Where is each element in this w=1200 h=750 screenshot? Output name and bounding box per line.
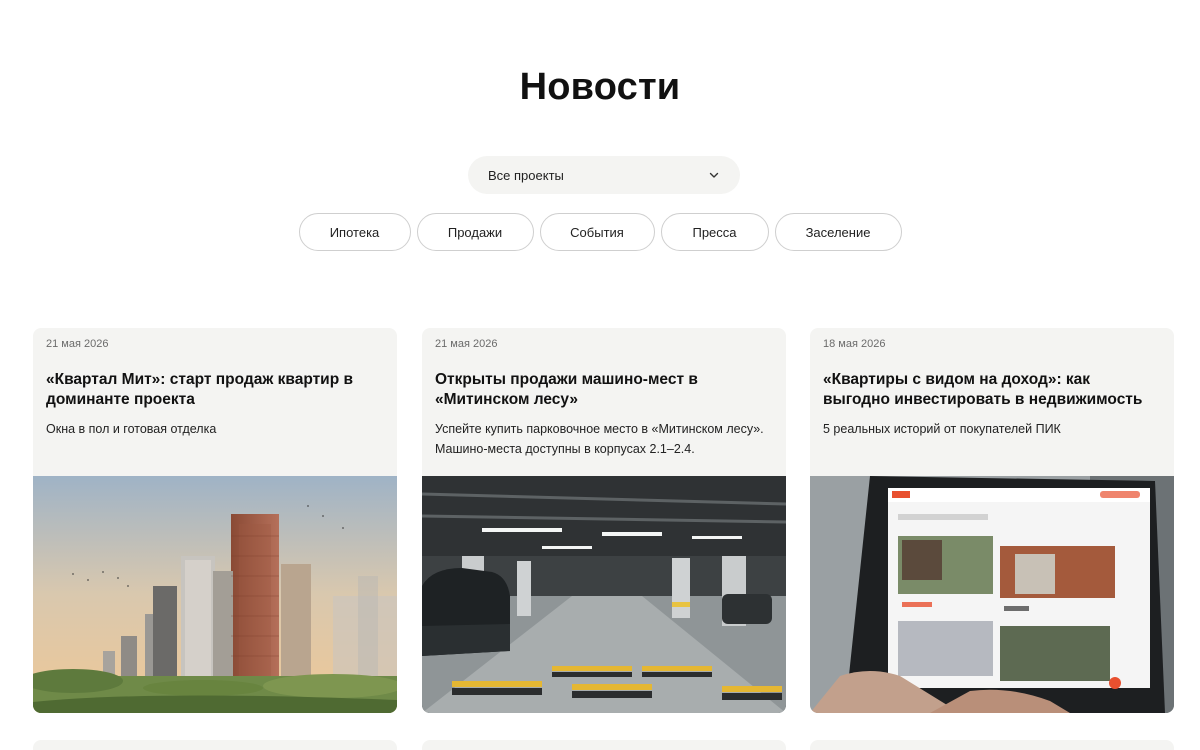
- news-description: Успейте купить парковочное место в «Мити…: [435, 422, 764, 456]
- news-description: Окна в пол и готовая отделка: [46, 422, 217, 436]
- news-date: 18 мая 2026: [823, 338, 886, 350]
- news-date: 21 мая 2026: [46, 338, 109, 350]
- news-card-partial: [33, 740, 397, 750]
- chip-zaselenie[interactable]: Заселение: [774, 213, 902, 251]
- project-select-value: Все проекты: [488, 167, 564, 183]
- news-title[interactable]: «Квартал Мит»: старт продаж квартир в до…: [46, 370, 381, 410]
- news-title[interactable]: Открыты продажи машино-мест в «Митинском…: [435, 370, 770, 410]
- laptop-listings-image[interactable]: [810, 476, 1174, 713]
- category-filter: Ипотека Продажи События Пресса Заселение: [0, 213, 1200, 251]
- underground-parking-image[interactable]: [422, 476, 786, 713]
- chevron-down-icon: [708, 169, 720, 181]
- chip-prodazhi[interactable]: Продажи: [416, 213, 534, 251]
- news-title[interactable]: «Квартиры с видом на доход»: как выгодно…: [823, 370, 1158, 410]
- page-title: Новости: [519, 66, 681, 108]
- news-card[interactable]: 18 мая 2026 «Квартиры с видом на доход»:…: [810, 328, 1174, 713]
- chip-sobytiya[interactable]: События: [539, 213, 655, 251]
- news-card-partial: [810, 740, 1174, 750]
- project-select[interactable]: Все проекты: [468, 156, 740, 194]
- building-exterior-image[interactable]: [33, 476, 397, 713]
- news-card[interactable]: 21 мая 2026 «Квартал Мит»: старт продаж …: [33, 328, 397, 713]
- chip-pressa[interactable]: Пресса: [660, 213, 769, 251]
- news-description: 5 реальных историй от покупателей ПИК: [823, 422, 1061, 436]
- news-date: 21 мая 2026: [435, 338, 498, 350]
- chip-ipoteka[interactable]: Ипотека: [298, 213, 411, 251]
- news-card[interactable]: 21 мая 2026 Открыты продажи машино-мест …: [422, 328, 786, 713]
- news-card-partial: [422, 740, 786, 750]
